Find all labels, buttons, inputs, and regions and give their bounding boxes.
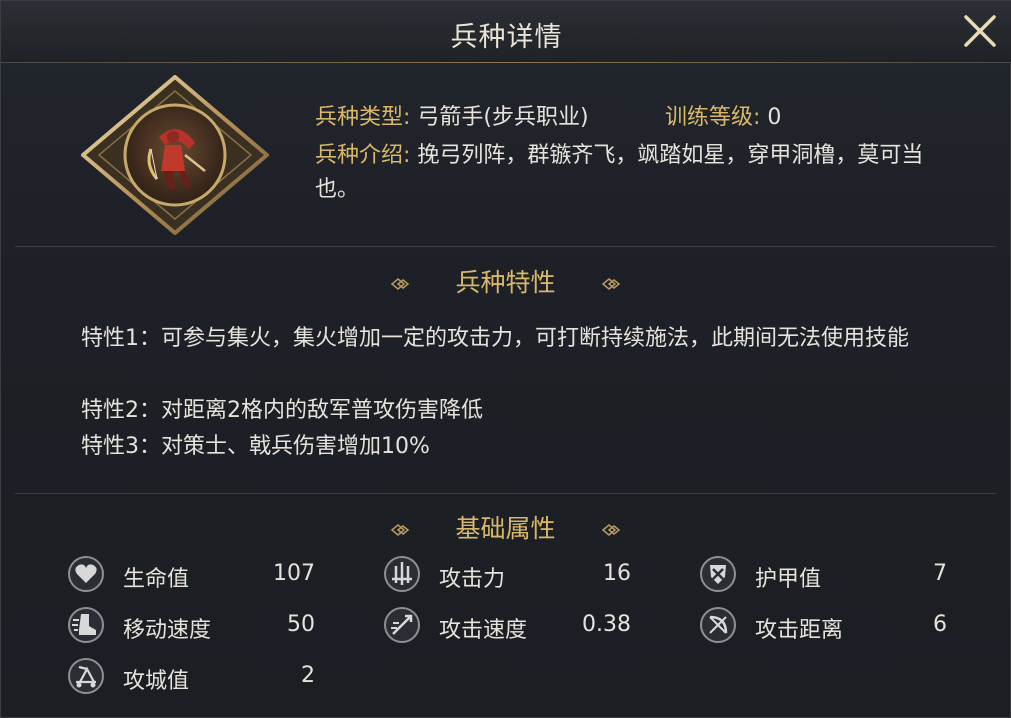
heart-icon: [68, 556, 104, 592]
stat-value: 16: [603, 561, 631, 586]
stat-armor: 护甲值 7: [699, 555, 947, 595]
traits-section-header: 兵种特性: [1, 263, 1010, 299]
trait-item: 特性2：对距离2格内的敌军普攻伤害降低: [81, 398, 483, 423]
training-level-label: 训练等级:: [665, 105, 761, 130]
stat-label: 护甲值: [755, 567, 822, 592]
unit-type-value: 弓箭手(步兵职业): [417, 105, 589, 130]
attack-speed-icon: [384, 607, 420, 643]
stat-attack-speed: 攻击速度 0.38: [383, 606, 631, 646]
ornament-icon: [602, 524, 621, 536]
stat-label: 生命值: [123, 567, 190, 592]
bow-range-icon: [700, 607, 736, 643]
stat-move-speed: 移动速度 50: [67, 606, 315, 646]
stat-value: 6: [933, 612, 947, 637]
archer-unit-icon: [81, 75, 269, 235]
unit-type-row: 兵种类型: 弓箭手(步兵职业): [315, 101, 589, 135]
divider: [15, 246, 996, 247]
stat-attack-range: 攻击距离 6: [699, 606, 947, 646]
training-level-value: 0: [767, 105, 782, 130]
stat-value: 2: [301, 663, 315, 688]
shield-icon: [700, 556, 736, 592]
boot-icon: [68, 607, 104, 643]
catapult-icon: [68, 658, 104, 694]
stat-label: 攻击力: [439, 567, 506, 592]
unit-intro-row: 兵种介绍: 挽弓列阵，群镞齐飞，飒踏如星，穿甲洞橹，莫可当也。: [315, 139, 965, 207]
stat-attack: 攻击力 16: [383, 555, 631, 595]
ornament-icon: [390, 524, 409, 536]
training-level-row: 训练等级: 0: [665, 101, 781, 135]
close-button[interactable]: [960, 11, 1000, 51]
trait-item: 特性3：对策士、戟兵伤害增加10%: [81, 434, 430, 459]
header-bar: 兵种详情: [1, 1, 1011, 63]
stat-value: 0.38: [582, 612, 631, 637]
stats-section-header: 基础属性: [1, 509, 1010, 545]
unit-intro-label: 兵种介绍:: [315, 143, 411, 168]
divider: [15, 493, 996, 494]
stat-value: 50: [287, 612, 315, 637]
trait-item: 特性1：可参与集火，集火增加一定的攻击力，可打断持续施法，此期间无法使用技能: [81, 326, 909, 351]
unit-detail-panel: 兵种详情 兵种类型: 弓箭手(步兵职业) 训练等级: 0 兵种介绍: 挽弓列阵，…: [0, 0, 1011, 718]
stat-label: 移动速度: [123, 618, 212, 643]
close-icon: [964, 15, 996, 47]
stat-label: 攻击距离: [755, 618, 844, 643]
stats-section-title: 基础属性: [455, 514, 556, 543]
attack-icon: [384, 556, 420, 592]
traits-section-title: 兵种特性: [455, 268, 556, 297]
stat-value: 107: [273, 561, 315, 586]
stat-value: 7: [933, 561, 947, 586]
stat-health: 生命值 107: [67, 555, 315, 595]
stat-label: 攻城值: [123, 669, 190, 694]
ornament-icon: [390, 278, 409, 290]
panel-title: 兵种详情: [450, 22, 563, 53]
unit-type-label: 兵种类型:: [315, 105, 411, 130]
stat-siege: 攻城值 2: [67, 657, 315, 697]
stat-label: 攻击速度: [439, 618, 528, 643]
ornament-icon: [602, 278, 621, 290]
